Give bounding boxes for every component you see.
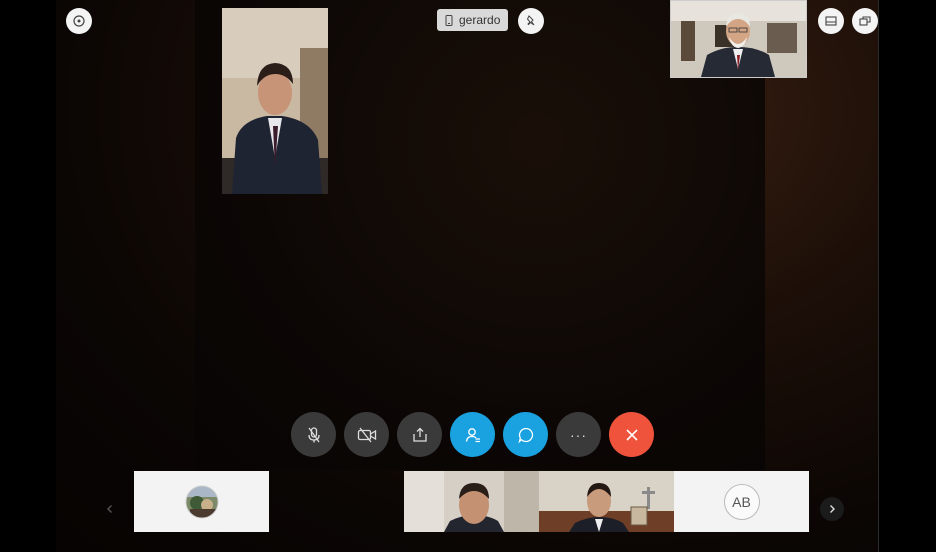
chat-button[interactable] [503, 412, 548, 457]
chevron-right-icon [830, 505, 835, 513]
caller-name: gerardo [459, 13, 501, 27]
speaker-video-tile[interactable] [222, 8, 328, 194]
info-icon [73, 15, 85, 27]
participant-tile-4[interactable]: AB [674, 471, 809, 532]
call-info-button[interactable] [66, 8, 92, 34]
mic-off-icon [307, 426, 320, 442]
pin-button[interactable] [518, 8, 544, 34]
self-view-video [671, 1, 806, 77]
popout-icon [859, 16, 871, 26]
avatar [185, 485, 218, 518]
more-button[interactable]: ··· [556, 412, 601, 457]
share-button[interactable] [397, 412, 442, 457]
more-icon: ··· [570, 426, 587, 443]
video-off-icon [357, 427, 376, 442]
strip-prev-button[interactable] [98, 497, 122, 521]
participant-tile-2[interactable] [404, 471, 539, 532]
layout-icon [825, 16, 837, 26]
initials-avatar: AB [723, 483, 760, 520]
participant-video [404, 471, 539, 532]
strip-next-button[interactable] [820, 497, 844, 521]
close-icon [625, 428, 638, 441]
pin-icon [526, 15, 535, 26]
caller-name-tag: gerardo [437, 9, 509, 31]
video-button[interactable] [344, 412, 389, 457]
phone-icon [445, 14, 453, 26]
chevron-left-icon [107, 505, 112, 513]
speaker-video [222, 8, 328, 194]
call-controls: ··· [291, 412, 654, 457]
self-view-tile[interactable] [670, 0, 807, 78]
participant-tile-1[interactable] [134, 471, 269, 532]
share-icon [412, 427, 427, 442]
participant-video [539, 471, 674, 532]
chat-icon [517, 427, 533, 443]
end-call-button[interactable] [609, 412, 654, 457]
right-border [878, 0, 879, 552]
layout-button[interactable] [818, 8, 844, 34]
participant-tile-3[interactable] [539, 471, 674, 532]
participants-button[interactable] [450, 412, 495, 457]
participants-icon [465, 427, 480, 442]
popout-button[interactable] [852, 8, 878, 34]
mute-button[interactable] [291, 412, 336, 457]
